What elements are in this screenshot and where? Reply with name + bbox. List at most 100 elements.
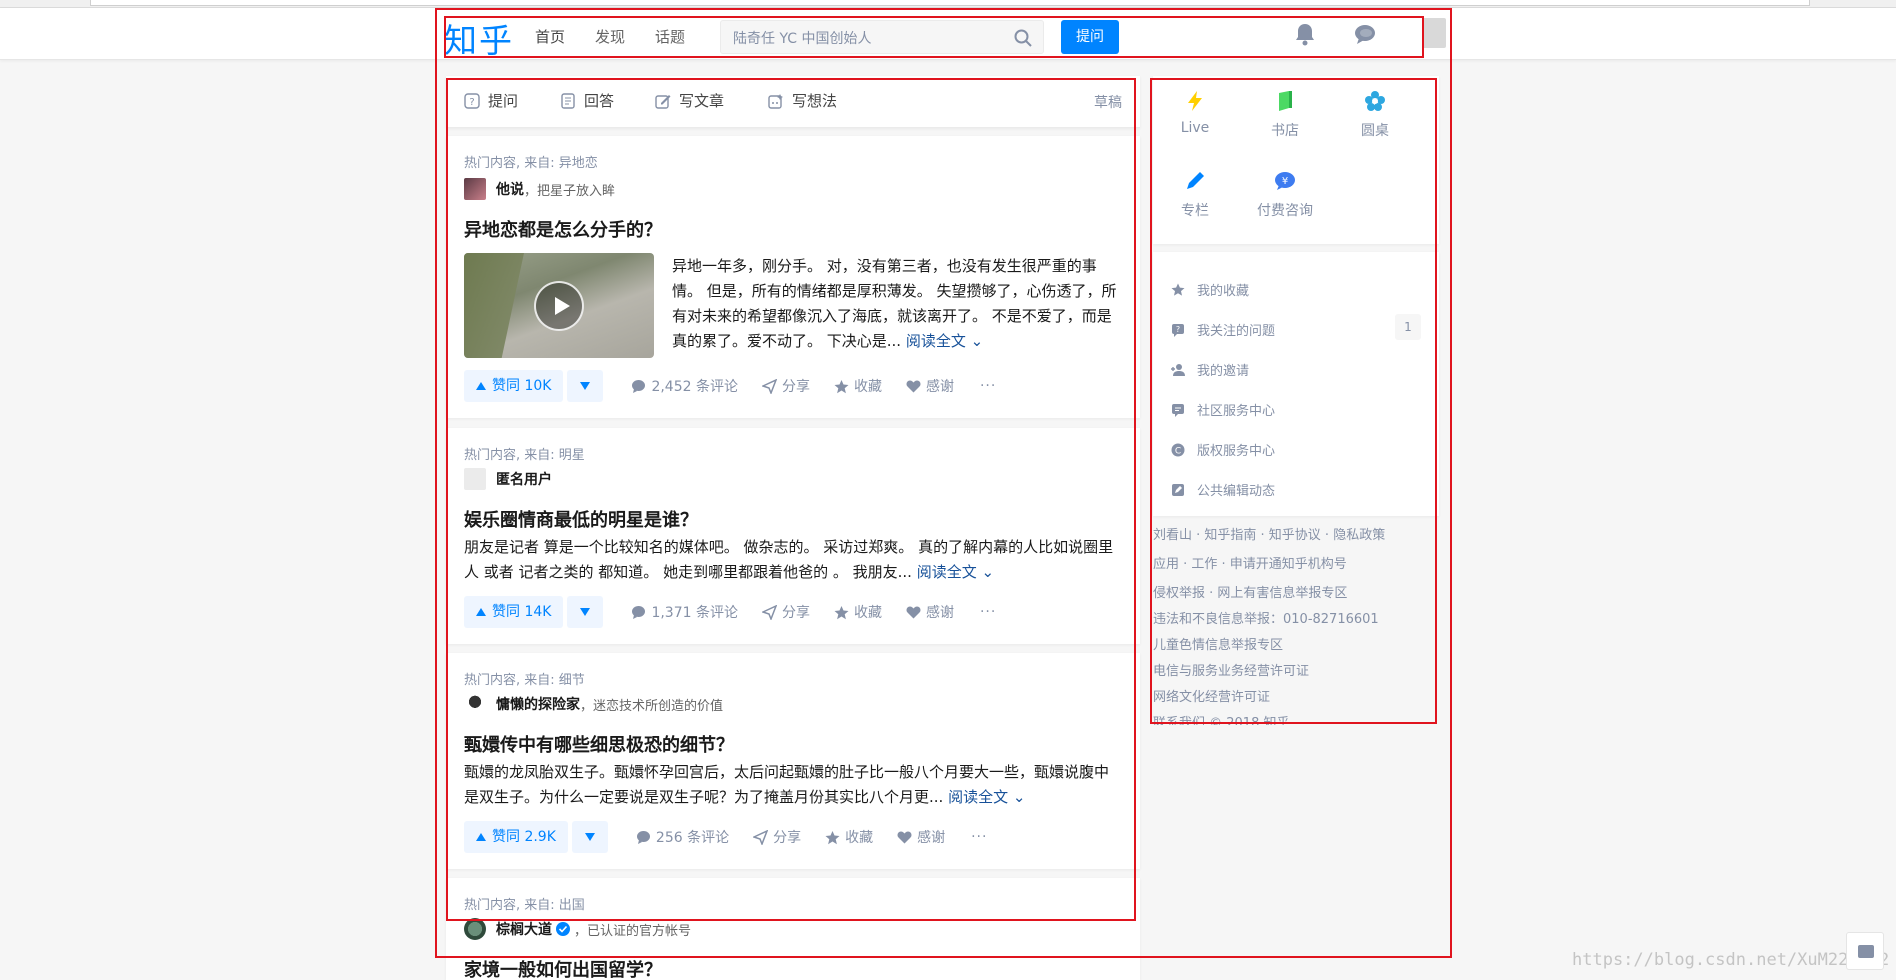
feed-source: 热门内容, 来自: 明星 bbox=[464, 448, 585, 463]
downvote-button[interactable] bbox=[567, 596, 604, 628]
more-options-button[interactable]: ··· bbox=[971, 829, 987, 845]
comments-button[interactable]: 256 条评论 bbox=[636, 827, 729, 847]
sidebar-item-invitations[interactable]: 我的邀请 bbox=[1171, 360, 1421, 379]
heart-icon bbox=[897, 830, 912, 843]
share-icon bbox=[761, 604, 777, 620]
comment-icon bbox=[632, 605, 646, 619]
feed-source: 热门内容, 来自: 细节 bbox=[464, 673, 585, 688]
comment-icon bbox=[632, 379, 646, 393]
answer-excerpt[interactable]: 异地一年多，刚分手。 对，没有第三者，也没有发生很严重的事情。 但是，所有的情绪… bbox=[672, 254, 1122, 354]
question-title[interactable]: 娱乐圈情商最低的明星是谁？ bbox=[464, 506, 698, 532]
user-avatar[interactable] bbox=[1416, 18, 1446, 48]
shortcut-live[interactable]: Live bbox=[1155, 90, 1235, 136]
search-icon[interactable] bbox=[1013, 28, 1033, 48]
ask-question-button[interactable]: 提问 bbox=[1061, 20, 1119, 54]
chevron-down-icon: ⌄ bbox=[1008, 788, 1026, 806]
collect-button[interactable]: 收藏 bbox=[834, 376, 882, 396]
collect-button[interactable]: 收藏 bbox=[825, 827, 873, 847]
downvote-button[interactable] bbox=[567, 370, 604, 402]
shortcut-paid-consult[interactable]: ¥ 付费咨询 bbox=[1245, 170, 1325, 220]
print-icon[interactable] bbox=[1846, 932, 1884, 970]
zhihu-logo[interactable]: 知乎 bbox=[444, 14, 514, 62]
sidebar-shortcuts: Live 书店 圆桌 专栏 ¥ 付费咨询 bbox=[1153, 76, 1439, 244]
search-input[interactable]: 陆奇任 YC 中国创始人 bbox=[733, 28, 871, 48]
sidebar-item-copyright-center[interactable]: C 版权服务中心 bbox=[1171, 440, 1421, 459]
share-button[interactable]: 分享 bbox=[761, 602, 810, 622]
comments-button[interactable]: 1,371 条评论 bbox=[631, 602, 738, 622]
sidebar-item-followed-questions[interactable]: ? 我关注的问题 1 bbox=[1171, 314, 1421, 340]
collect-button[interactable]: 收藏 bbox=[834, 602, 882, 622]
author-avatar[interactable] bbox=[464, 918, 486, 940]
play-icon[interactable] bbox=[534, 281, 584, 331]
idea-icon bbox=[768, 93, 783, 109]
question-icon: ? bbox=[464, 92, 480, 109]
composer-ask[interactable]: ? 提问 bbox=[464, 90, 518, 111]
footer-links[interactable]: 网络文化经营许可证 bbox=[1153, 686, 1270, 705]
answer-excerpt[interactable]: 甄嬛的龙凤胎双生子。甄嬛怀孕回宫后，太后问起甄嬛的肚子比一般八个月要大一些，甄嬛… bbox=[464, 760, 1120, 810]
browser-strip bbox=[0, 0, 1896, 8]
more-options-button[interactable]: ··· bbox=[980, 378, 996, 394]
csdn-watermark: https://blog.csdn.net/XuM222222 bbox=[1572, 950, 1890, 970]
share-button[interactable]: 分享 bbox=[753, 827, 801, 847]
search-box[interactable]: 陆奇任 YC 中国创始人 bbox=[720, 20, 1044, 54]
composer-answer-label: 回答 bbox=[584, 92, 615, 110]
nav-explore[interactable]: 发现 bbox=[595, 26, 625, 47]
shortcut-roundtable[interactable]: 圆桌 bbox=[1335, 90, 1415, 140]
author-avatar[interactable] bbox=[464, 693, 486, 715]
read-more-link[interactable]: 阅读全文 bbox=[906, 332, 966, 350]
question-title[interactable]: 甄嬛传中有哪些细思极恐的细节？ bbox=[464, 731, 734, 757]
thanks-button[interactable]: 感谢 bbox=[906, 376, 954, 396]
author-name[interactable]: 他说 bbox=[496, 179, 524, 199]
question-title[interactable]: 家境一般如何出国留学？ bbox=[464, 956, 662, 980]
upvote-button[interactable]: 赞同 10K bbox=[464, 370, 564, 402]
thanks-button[interactable]: 感谢 bbox=[897, 827, 945, 847]
more-options-button[interactable]: ··· bbox=[980, 604, 996, 620]
footer-links[interactable]: 刘看山 · 知乎指南 · 知乎协议 · 隐私政策 bbox=[1153, 524, 1385, 543]
lightning-icon bbox=[1188, 91, 1202, 111]
composer-answer[interactable]: 回答 bbox=[560, 90, 614, 111]
footer-links[interactable]: 侵权举报 · 网上有害信息举报专区 bbox=[1153, 582, 1347, 601]
svg-text:C: C bbox=[1175, 446, 1181, 456]
nav-home[interactable]: 首页 bbox=[535, 26, 565, 47]
comments-button[interactable]: 2,452 条评论 bbox=[631, 376, 738, 396]
thanks-button[interactable]: 感谢 bbox=[906, 602, 954, 622]
read-more-link[interactable]: 阅读全文 bbox=[917, 563, 977, 581]
nav-topics[interactable]: 话题 bbox=[655, 26, 685, 47]
shortcut-column[interactable]: 专栏 bbox=[1155, 170, 1235, 220]
author-avatar[interactable] bbox=[464, 468, 486, 490]
add-user-icon bbox=[1171, 363, 1185, 376]
composer-article[interactable]: 写文章 bbox=[655, 90, 724, 111]
upvote-button[interactable]: 赞同 2.9K bbox=[464, 821, 568, 853]
question-title[interactable]: 异地恋都是怎么分手的？ bbox=[464, 216, 662, 242]
downvote-button[interactable] bbox=[571, 821, 608, 853]
footer-links[interactable]: 儿童色情信息举报专区 bbox=[1153, 634, 1283, 653]
feed-author: 慵懒的探险家 ，迷恋技术所创造的价值 bbox=[464, 693, 723, 715]
share-button[interactable]: 分享 bbox=[761, 376, 810, 396]
video-thumbnail[interactable] bbox=[464, 253, 654, 358]
messages-icon[interactable] bbox=[1353, 22, 1377, 46]
notification-bell-icon[interactable] bbox=[1294, 22, 1316, 46]
shortcut-bookstore[interactable]: 书店 bbox=[1245, 90, 1325, 140]
author-avatar[interactable] bbox=[464, 178, 486, 200]
author-name[interactable]: 棕榈大道 bbox=[496, 919, 552, 939]
composer-ask-label: 提问 bbox=[488, 92, 519, 110]
copyright-icon: C bbox=[1171, 443, 1185, 456]
browser-address-bar[interactable] bbox=[90, 0, 1810, 6]
sidebar-item-collections[interactable]: 我的收藏 bbox=[1171, 280, 1421, 299]
author-name[interactable]: 匿名用户 bbox=[496, 469, 552, 489]
author-name[interactable]: 慵懒的探险家 bbox=[496, 694, 580, 714]
read-more-link[interactable]: 阅读全文 bbox=[948, 788, 1008, 806]
sidebar-item-public-edits[interactable]: 公共编辑动态 bbox=[1171, 480, 1421, 499]
footer-links[interactable]: 电信与服务业务经营许可证 bbox=[1153, 660, 1309, 679]
footer-report-phone: 违法和不良信息举报：010-82716601 bbox=[1153, 612, 1379, 627]
answer-excerpt[interactable]: 朋友是记者 算是一个比较知名的媒体吧。 做杂志的。 采访过郑爽。 真的了解内幕的… bbox=[464, 535, 1120, 585]
upvote-button[interactable]: 赞同 14K bbox=[464, 596, 564, 628]
answer-icon bbox=[561, 92, 575, 109]
drafts-link[interactable]: 草稿 bbox=[1094, 92, 1122, 112]
question-mark-icon: ? bbox=[1172, 323, 1184, 337]
footer-links[interactable]: 应用 · 工作 · 申请开通知乎机构号 bbox=[1153, 553, 1347, 572]
sidebar-item-community-center[interactable]: 社区服务中心 bbox=[1171, 400, 1421, 419]
chevron-down-icon: ⌄ bbox=[976, 563, 995, 581]
composer-idea[interactable]: 写想法 bbox=[768, 90, 837, 111]
footer-copyright[interactable]: 联系我们 © 2018 知乎 bbox=[1153, 712, 1289, 725]
